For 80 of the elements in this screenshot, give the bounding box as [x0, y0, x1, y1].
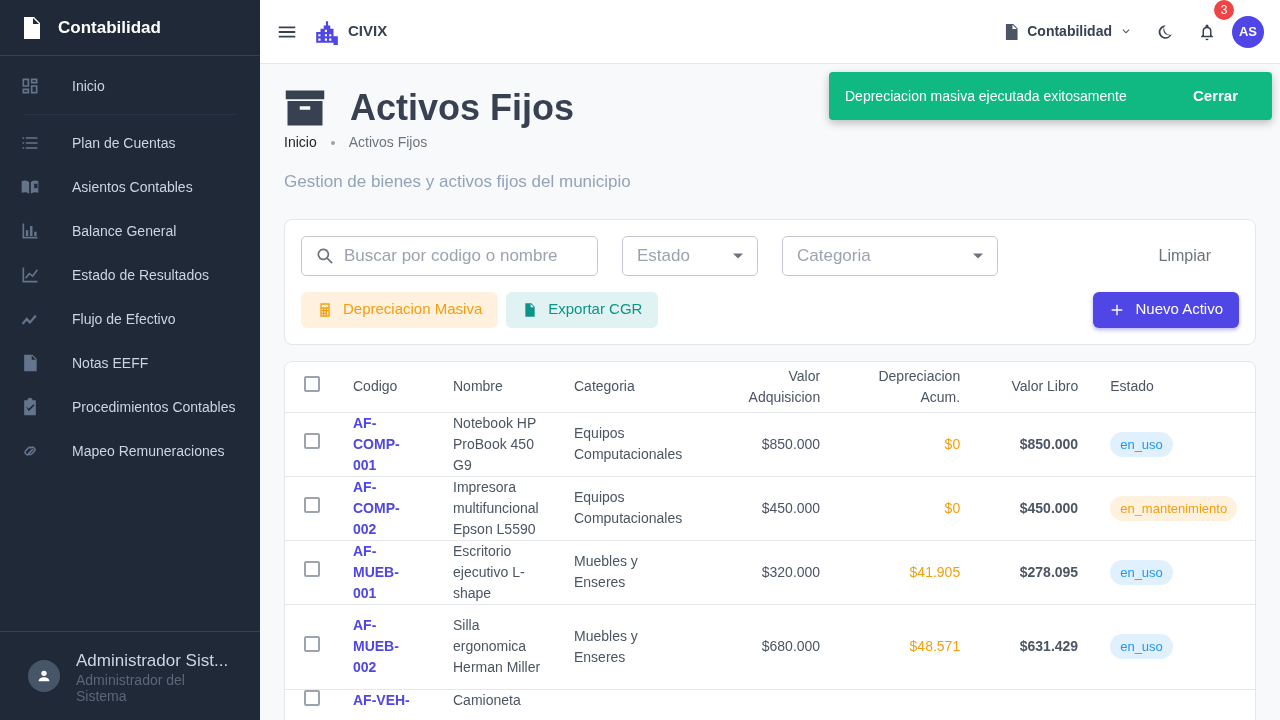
table-cell: Notebook HP ProBook 450 G9	[453, 414, 536, 473]
breadcrumb-item[interactable]: Inicio	[284, 132, 317, 153]
status-badge: en_uso	[1110, 431, 1173, 457]
table-cell: $450.000	[1019, 499, 1079, 516]
line-chart-icon	[20, 265, 40, 285]
status-badge: en_uso	[1110, 559, 1173, 585]
breadcrumb-item: Activos Fijos	[348, 133, 428, 152]
sidebar-item[interactable]: Asientos Contables	[0, 165, 260, 209]
table-cell: Equipos Computacionales	[574, 489, 683, 526]
column-header: Codigo	[337, 361, 437, 412]
notification-count: 3	[1214, 0, 1234, 20]
row-checkbox[interactable]	[304, 497, 320, 513]
table-cell: $41.905	[909, 563, 961, 580]
sidebar-item[interactable]: Balance General	[0, 209, 260, 253]
user-avatar[interactable]: AS	[1232, 15, 1264, 48]
table-cell: $850.000	[1019, 435, 1079, 452]
action-button[interactable]: Nuevo Activo	[1093, 291, 1239, 328]
document-icon	[1003, 22, 1020, 41]
asset-code-link[interactable]: AF-COMP-001	[353, 412, 421, 476]
sidebar-item[interactable]: Plan de Cuentas	[0, 121, 260, 165]
column-header: Valor Adquisicion	[698, 361, 837, 412]
column-header: Nombre	[437, 361, 558, 412]
toast-message: Depreciacion masiva ejecutada exitosamente	[845, 86, 1127, 106]
table-cell: $850.000	[761, 435, 821, 452]
asset-code-link[interactable]: AF-MUEB-001	[353, 540, 421, 604]
table-cell: Camioneta	[453, 691, 521, 708]
select-all-checkbox[interactable]	[304, 375, 320, 392]
row-checkbox[interactable]	[304, 561, 320, 577]
table-cell: Escritorio ejecutivo L-shape	[453, 542, 525, 601]
table-cell: Equipos Computacionales	[574, 425, 683, 462]
dropdown-arrow-icon	[973, 252, 983, 259]
page-title: Activos Fijos	[350, 90, 575, 126]
row-checkbox[interactable]	[304, 689, 320, 706]
dropdown-arrow-icon	[733, 252, 743, 259]
bar-chart-icon	[20, 221, 40, 241]
table-cell: $631.429	[1019, 638, 1079, 654]
sidebar-item[interactable]: Flujo de Efectivo	[0, 297, 260, 341]
sidebar-item[interactable]: Procedimientos Contables	[0, 385, 260, 429]
asset-code-link[interactable]: AF-VEH-	[353, 689, 421, 711]
calculator-icon	[317, 301, 333, 318]
table-cell: $450.000	[761, 499, 821, 516]
brand-name: CIVIX	[348, 21, 388, 42]
archive-box-icon	[284, 88, 326, 128]
column-header: Depreciacion Acum.	[836, 361, 977, 412]
table-cell: Muebles y Enseres	[574, 627, 638, 665]
user-role: Administrador del Sistema	[76, 673, 186, 704]
table-cell: $0	[944, 499, 961, 516]
table-cell: Silla ergonomica Herman Miller	[453, 617, 541, 675]
row-checkbox[interactable]	[304, 433, 320, 449]
table-cell: $0	[944, 435, 961, 452]
sidebar-item[interactable]: Mapeo Remuneraciones	[0, 429, 260, 473]
user-avatar[interactable]	[28, 659, 60, 692]
bell-icon	[1198, 23, 1216, 42]
column-header: Categoria	[558, 361, 699, 412]
buildings-icon	[314, 18, 340, 45]
sidebar-item[interactable]: Notas EEFF	[0, 341, 260, 385]
dashboard-icon	[20, 76, 40, 96]
status-badge: en_mantenimiento	[1110, 495, 1238, 521]
table-cell: $680.000	[761, 638, 821, 654]
sidebar-item[interactable]: Inicio	[0, 64, 260, 108]
table-cell: $320.000	[761, 563, 821, 580]
moon-icon	[1156, 23, 1174, 42]
table-cell: $48.571	[909, 638, 961, 654]
user-name: Administrador Sist...	[76, 649, 230, 672]
table-cell: Muebles y Enseres	[574, 553, 638, 590]
asset-code-link[interactable]: AF-MUEB-002	[353, 615, 421, 678]
page-subtitle: Gestion de bienes y activos fijos del municipio	[284, 171, 632, 193]
table-cell: $278.095	[1019, 563, 1079, 580]
clear-button[interactable]: Limpiar	[1146, 237, 1223, 274]
row-checkbox[interactable]	[304, 635, 320, 652]
status-badge: en_uso	[1110, 634, 1173, 659]
search-field[interactable]: Buscar por codigo o nombre	[301, 235, 598, 276]
module-dropdown[interactable]: Contabilidad	[1003, 21, 1132, 42]
action-button[interactable]: Exportar CGR	[506, 291, 659, 328]
column-header: Estado	[1094, 361, 1255, 412]
sidebar-title: Contabilidad	[58, 16, 161, 39]
column-header: Valor Libro	[976, 361, 1095, 412]
sidebar-item[interactable]: Estado de Resultados	[0, 253, 260, 297]
asset-code-link[interactable]: AF-COMP-002	[353, 476, 421, 540]
table-cell: Impresora multifuncional Epson L5590	[453, 478, 539, 537]
